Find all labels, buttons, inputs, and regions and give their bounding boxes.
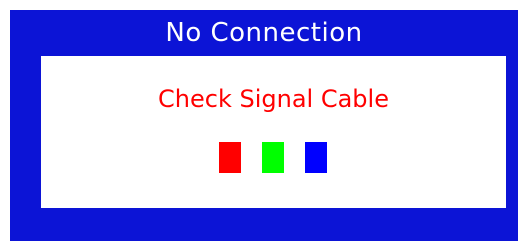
- green-color-swatch: [262, 142, 284, 173]
- dialog-title: No Connection: [165, 18, 363, 48]
- no-connection-dialog: No Connection Check Signal Cable: [10, 10, 518, 241]
- signal-cable-message: Check Signal Cable: [158, 85, 389, 113]
- red-color-swatch: [219, 142, 241, 173]
- message-panel: Check Signal Cable: [41, 56, 506, 208]
- blue-color-swatch: [305, 142, 327, 173]
